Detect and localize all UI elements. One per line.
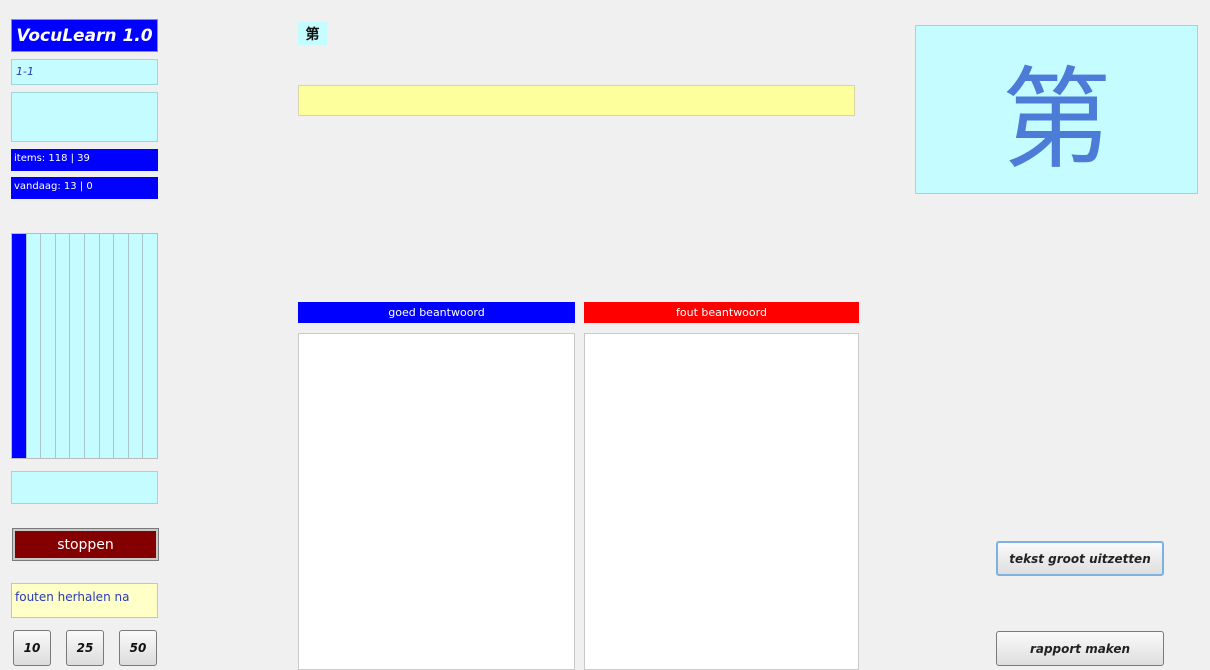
stop-button[interactable]: stoppen: [12, 528, 159, 561]
progress-bar: [84, 234, 100, 458]
progress-bar: [55, 234, 71, 458]
items-counter: items: 118 | 39: [11, 149, 158, 171]
progress-bar: [12, 234, 27, 458]
info-panel: [11, 92, 158, 142]
repeat-25-button[interactable]: 25: [66, 630, 104, 666]
progress-bar: [128, 234, 144, 458]
lesson-field: 1-1: [11, 59, 158, 85]
bad-answers-header: fout beantwoord: [584, 302, 859, 323]
status-panel: [11, 471, 158, 504]
question-character: 第: [298, 22, 327, 45]
repeat-10-button[interactable]: 10: [13, 630, 51, 666]
progress-bar: [70, 234, 85, 458]
large-character-display: 第: [915, 25, 1198, 194]
repeat-errors-label: fouten herhalen na: [11, 583, 158, 618]
progress-bar: [99, 234, 115, 458]
progress-bar: [26, 234, 42, 458]
bad-answers-list[interactable]: [584, 333, 859, 670]
good-answers-header: goed beantwoord: [298, 302, 575, 323]
large-text-toggle-button[interactable]: tekst groot uitzetten: [996, 541, 1164, 576]
progress-bar: [41, 234, 56, 458]
answer-input[interactable]: [298, 85, 855, 116]
progress-bar: [143, 234, 157, 458]
progress-bars: [11, 233, 158, 459]
app-title: VocuLearn 1.0: [11, 19, 158, 52]
progress-bar: [114, 234, 129, 458]
report-button[interactable]: rapport maken: [996, 631, 1164, 666]
repeat-50-button[interactable]: 50: [119, 630, 157, 666]
progress-bar-fill: [12, 234, 26, 458]
good-answers-list[interactable]: [298, 333, 575, 670]
today-counter: vandaag: 13 | 0: [11, 177, 158, 199]
